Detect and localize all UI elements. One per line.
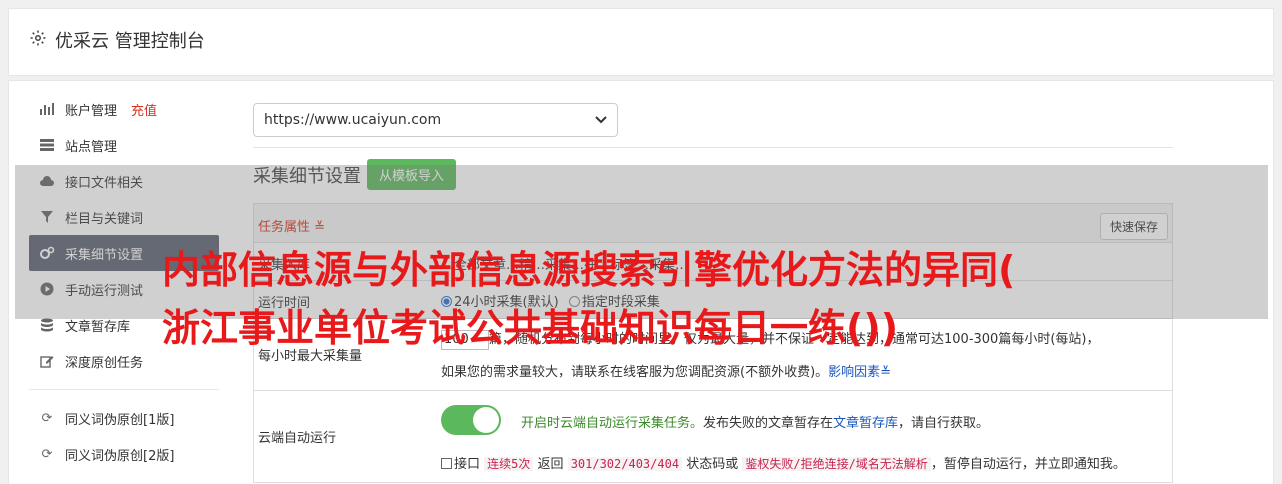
pause-rule: 接口 连续5次 返回 301/302/403/404 状态码或 鉴权失败/拒绝连…	[441, 453, 1126, 472]
refresh-icon: ⟳	[41, 446, 53, 462]
sidebar-item-label: 同义词伪原创[2版]	[65, 448, 175, 464]
cloud-desc: 开启时云端自动运行采集任务。发布失败的文章暂存在文章暂存库，请自行获取。	[521, 412, 989, 431]
cb-text-3: 返回	[537, 457, 564, 472]
header-title: 优采云 管理控制台	[55, 31, 205, 52]
cloud-text-1: 发布失败的文章暂存在	[703, 416, 834, 431]
cb-text-4: 状态码或	[686, 457, 739, 472]
table-row: 云端自动运行 开启时云端自动运行采集任务。发布失败的文章暂存在文章暂存库，请自行…	[254, 390, 1172, 482]
gray-overlay	[15, 165, 1268, 319]
sidebar-item-label: 深度原创任务	[65, 355, 144, 371]
code-errors: 鉴权失败/拒绝连接/域名无法解析	[742, 457, 931, 471]
cb-text-1: 接口	[454, 457, 481, 472]
page-title: 优采云 管理控制台	[29, 27, 205, 53]
article-store-link[interactable]: 文章暂存库	[833, 416, 898, 431]
cloud-green-text: 开启时云端自动运行采集任务。	[521, 416, 704, 431]
cloud-auto-run-toggle[interactable]	[441, 405, 501, 435]
edit-icon	[39, 353, 55, 369]
recharge-link[interactable]: 充值	[131, 100, 157, 119]
refresh-icon: ⟳	[41, 410, 53, 426]
max-desc-2: 如果您的需求量较大，请联系在线客服为您调配资源(不额外收费)。	[441, 365, 829, 380]
database-icon	[39, 317, 55, 333]
sidebar-item-sites[interactable]: 站点管理	[29, 127, 219, 163]
server-icon	[39, 137, 55, 153]
pause-checkbox[interactable]	[441, 458, 452, 469]
code-status: 301/302/403/404	[567, 457, 683, 471]
overlay-title-line1: 内部信息源与外部信息源搜索引擎优化方法的异同(	[162, 248, 1016, 292]
sidebar-divider	[29, 389, 219, 390]
site-select[interactable]: https://www.ucaiyun.com	[253, 103, 618, 137]
sidebar-item-account[interactable]: 账户管理 充值	[29, 91, 219, 127]
site-select-value: https://www.ucaiyun.com	[264, 112, 442, 128]
sidebar-item-synonym-v1[interactable]: ⟳ 同义词伪原创[1版]	[29, 400, 219, 436]
cloud-text-2: ，请自行获取。	[898, 416, 990, 431]
max-desc-line2: 如果您的需求量较大，请联系在线客服为您调配资源(不额外收费)。影响因素≚	[441, 361, 891, 380]
sidebar-item-synonym-v2[interactable]: ⟳ 同义词伪原创[2版]	[29, 436, 219, 472]
bar-chart-icon	[39, 101, 55, 117]
divider	[253, 147, 1173, 148]
cb-text-5: ，暂停自动运行，并立即通知我。	[930, 457, 1126, 472]
sidebar-item-label: 同义词伪原创[1版]	[65, 412, 175, 428]
sidebar-item-label: 站点管理	[65, 139, 118, 155]
header-card: 优采云 管理控制台	[8, 8, 1274, 76]
overlay-title-line2: 浙江事业单位考试公共基础知识每日一练())	[162, 306, 899, 350]
sidebar-item-label: 账户管理	[65, 103, 118, 119]
influence-factors-link[interactable]: 影响因素≚	[828, 365, 891, 380]
chevron-down-icon	[595, 112, 607, 128]
gear-icon	[29, 29, 47, 52]
row-label: 云端自动运行	[258, 431, 337, 446]
code-5-times: 连续5次	[484, 457, 534, 471]
